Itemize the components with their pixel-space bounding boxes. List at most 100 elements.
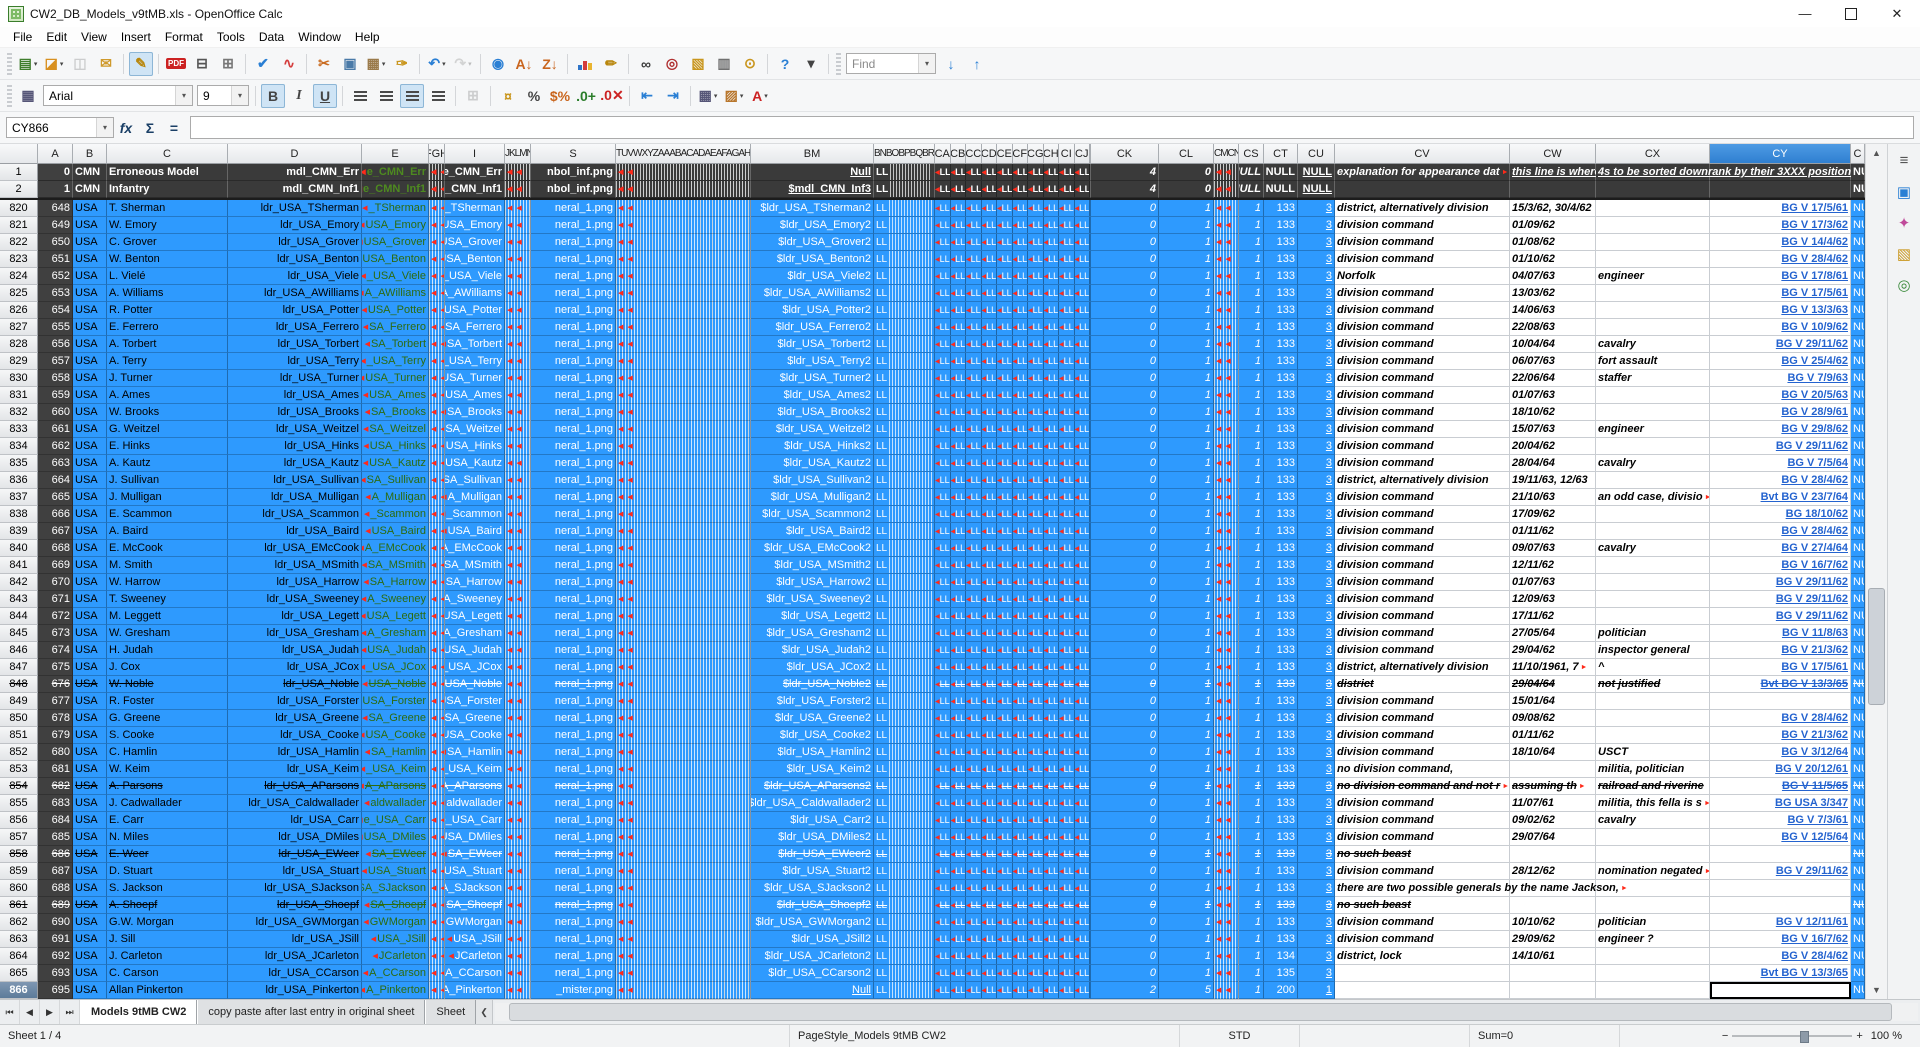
cell-hatch-group[interactable] (616, 965, 751, 982)
cell-cl[interactable]: 1 (1159, 608, 1214, 625)
cell-date[interactable] (1510, 846, 1596, 863)
cell-group-ca-cj[interactable]: LLLLLLLLLLLLLLLLLLLL (935, 523, 1091, 540)
cell-cz-clipped[interactable]: NU (1851, 642, 1865, 659)
cell-cf[interactable]: LL (1013, 489, 1029, 505)
cell-effect2[interactable]: USA_DMiles (445, 829, 505, 846)
cell-hatch-group[interactable] (429, 370, 445, 387)
cell-bm[interactable]: $ldr_USA_EWeer2 (751, 846, 874, 863)
cell-cg[interactable]: LL (1028, 795, 1044, 811)
cell-bn[interactable]: LL (874, 846, 935, 863)
cell-ci[interactable]: LL (1059, 608, 1075, 624)
cell-hatch-group[interactable] (429, 931, 445, 948)
cell-ck[interactable]: 0 (1091, 744, 1159, 761)
sheet-tab-sheet[interactable]: Sheet (425, 1000, 476, 1024)
cell-country[interactable]: USA (73, 829, 107, 846)
row-header[interactable]: 846 (0, 642, 38, 659)
cell-id[interactable]: 654 (38, 302, 73, 319)
cell-ch[interactable]: LL (1044, 438, 1060, 454)
cell-effect[interactable]: SA_Torbert (362, 336, 429, 353)
cell-cz-clipped[interactable]: NU (1851, 727, 1865, 744)
cell-cd[interactable]: LL (982, 608, 998, 624)
cell-cj[interactable]: LL (1075, 829, 1091, 845)
cell-extra[interactable]: staffer (1596, 370, 1710, 387)
cell-ca[interactable]: LL (935, 659, 951, 675)
cell-effect[interactable]: e_CMN_Err (362, 164, 429, 181)
cell-hatch-group[interactable] (616, 455, 751, 472)
cell-hatch-group[interactable] (1214, 778, 1239, 795)
cell-cb[interactable]: LL (951, 336, 967, 352)
cell-hatch-group[interactable] (616, 251, 751, 268)
cell-note[interactable]: district (1335, 676, 1510, 693)
cell-date[interactable]: 17/11/62 (1510, 608, 1596, 625)
cell-ct[interactable]: 133 (1264, 404, 1298, 421)
cell-cd[interactable]: LL (982, 846, 998, 862)
cell-cj[interactable]: LL (1075, 659, 1091, 675)
cell-cd[interactable]: LL (982, 319, 998, 335)
cell-ch[interactable]: LL (1044, 523, 1060, 539)
cell-cb[interactable]: LL (951, 761, 967, 777)
cell-ce[interactable]: LL (997, 370, 1013, 386)
cell-ca[interactable]: LL (935, 200, 951, 216)
cell-hatch-group[interactable] (616, 948, 751, 965)
cell-note[interactable]: no such beast (1335, 846, 1510, 863)
cell-ca[interactable]: LL (935, 693, 951, 709)
save-icon[interactable]: ◫ (68, 52, 92, 76)
cell-cl[interactable]: 1 (1159, 897, 1214, 914)
cell-effect2[interactable]: GWMorgan (445, 914, 505, 931)
cell-model[interactable]: ldr_USA_Hinks (228, 438, 362, 455)
cell-ck[interactable]: 0 (1091, 472, 1159, 489)
cell-cl[interactable]: 1 (1159, 727, 1214, 744)
cell-cz-clipped[interactable]: NU (1851, 965, 1865, 982)
cell-cf[interactable]: LL (1013, 319, 1029, 335)
cell-ce[interactable]: LL (997, 302, 1013, 318)
cell-cs[interactable]: 1 (1239, 336, 1264, 353)
cell-group-ca-cj[interactable]: LLLLLLLLLLLLLLLLLLLL (935, 676, 1091, 693)
cell-rank[interactable]: BG V 28/4/62 (1710, 251, 1851, 268)
cell-bn[interactable]: LL (874, 710, 935, 727)
column-header-d[interactable]: D (228, 144, 362, 164)
cell-cs[interactable]: 1 (1239, 863, 1264, 880)
cell-cb[interactable]: LL (951, 965, 967, 981)
cell-hatch-group[interactable] (1214, 693, 1239, 710)
cell-cc[interactable]: LL (966, 370, 982, 386)
cell-cz-clipped[interactable]: NU (1851, 387, 1865, 404)
row-header[interactable]: 820 (0, 200, 38, 217)
cell-extra[interactable] (1596, 727, 1710, 744)
cell-id[interactable]: 681 (38, 761, 73, 778)
cell-cb[interactable]: LL (951, 302, 967, 318)
find-dropdown-icon[interactable]: ▾ (918, 54, 935, 73)
cell-group-ca-cj[interactable]: LLLLLLLLLLLLLLLLLLLL (935, 540, 1091, 557)
cell-bn[interactable]: LL (874, 438, 935, 455)
cell-effect[interactable]: USA_Hinks (362, 438, 429, 455)
cell-cs[interactable]: 1 (1239, 948, 1264, 965)
cell-cl[interactable]: 1 (1159, 676, 1214, 693)
cell-cu[interactable]: 3 (1298, 795, 1335, 812)
cell-extra[interactable] (1596, 557, 1710, 574)
cell-cg[interactable]: LL (1028, 302, 1044, 318)
menu-view[interactable]: View (74, 29, 114, 45)
cell-name[interactable]: C. Grover (107, 234, 228, 251)
cell-name[interactable]: A. Torbert (107, 336, 228, 353)
cell-country[interactable]: USA (73, 387, 107, 404)
cell-hatch-group[interactable] (429, 863, 445, 880)
row-header[interactable]: 836 (0, 472, 38, 489)
cell-cz-clipped[interactable]: NU (1851, 302, 1865, 319)
cell-hatch-group[interactable] (616, 387, 751, 404)
cell-cz-clipped[interactable]: NU (1851, 268, 1865, 285)
cell-ci[interactable]: LL (1059, 676, 1075, 692)
cell-date[interactable]: 19/11/63, 12/63 (1510, 472, 1596, 489)
cell-hatch-group[interactable] (429, 591, 445, 608)
cell-bm[interactable]: $ldr_USA_Viele2 (751, 268, 874, 285)
cell-effect[interactable]: aldwallader (362, 795, 429, 812)
cell-model[interactable]: ldr_USA_Cooke (228, 727, 362, 744)
cell-ck[interactable]: 0 (1091, 727, 1159, 744)
cell-rank[interactable]: BG V 16/7/62 (1710, 931, 1851, 948)
cell-cc[interactable]: LL (966, 200, 982, 216)
cell-name[interactable]: G. Weitzel (107, 421, 228, 438)
cell-hatch-group[interactable] (505, 727, 531, 744)
cell-cz-clipped[interactable]: NU (1851, 200, 1865, 217)
cell-ce[interactable]: LL (997, 506, 1013, 522)
cell-cl[interactable]: 1 (1159, 336, 1214, 353)
cell-rank[interactable]: BG V 25/4/62 (1710, 353, 1851, 370)
cell-model[interactable]: ldr_USA_GWMorgan (228, 914, 362, 931)
